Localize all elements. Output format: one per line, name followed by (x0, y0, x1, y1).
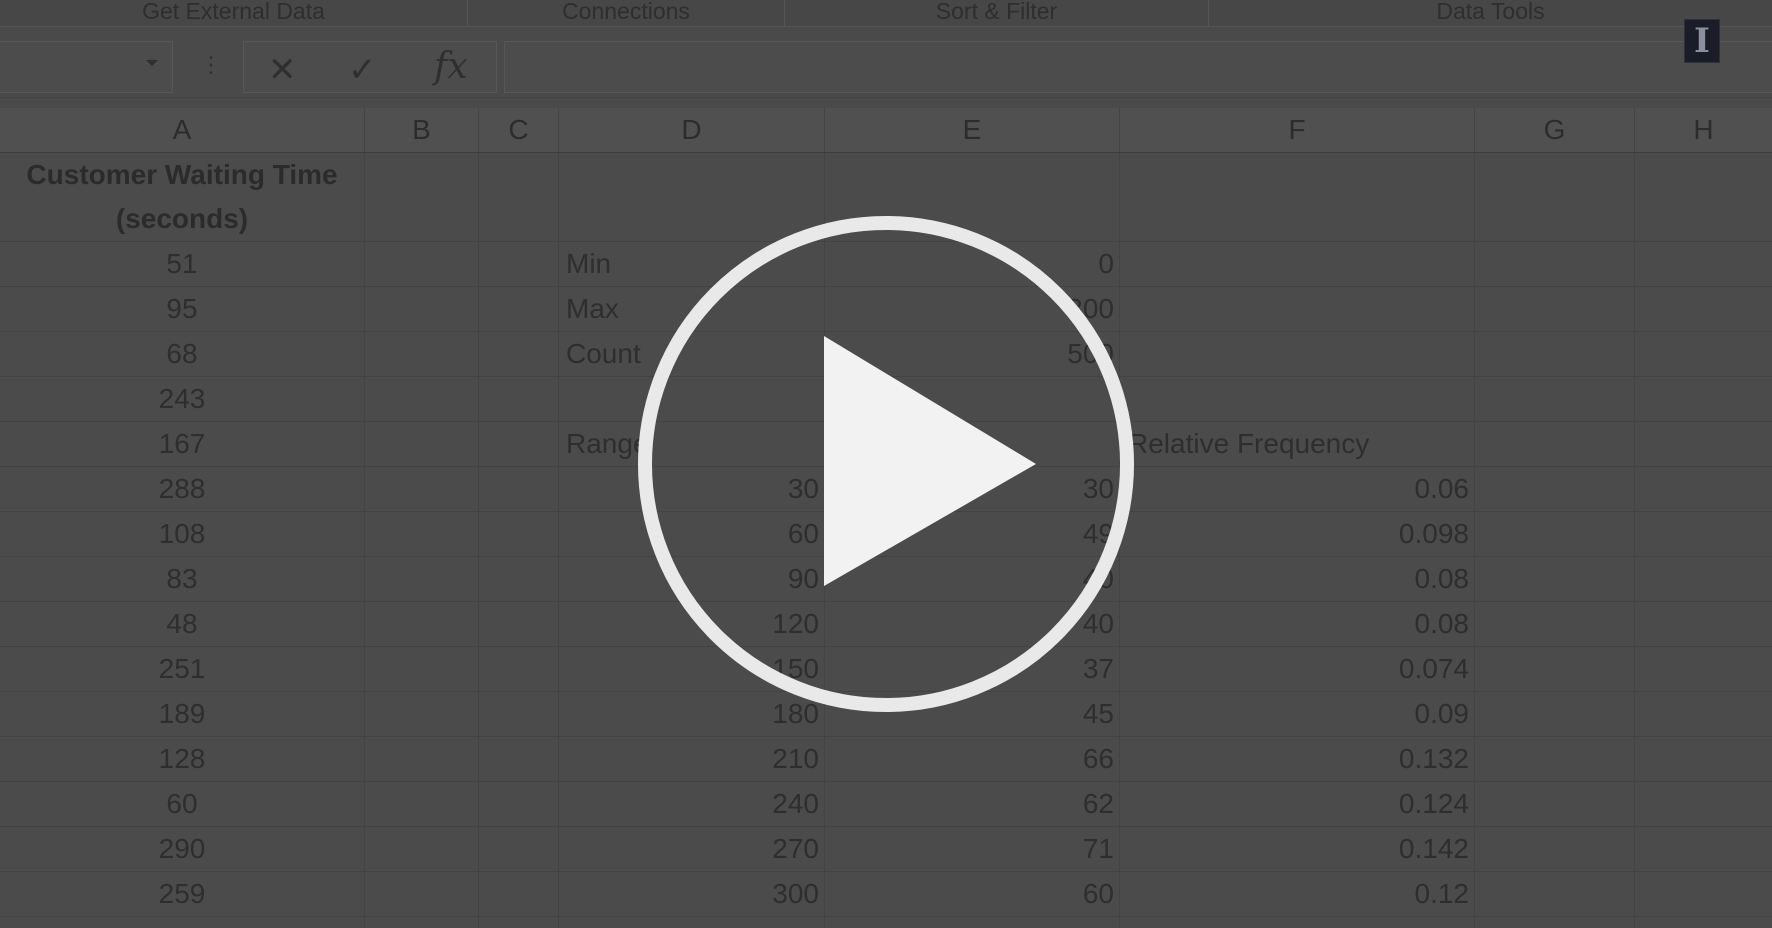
formula-bar: ⋮ ✕ ✓ fx (0, 27, 1772, 98)
cell-range[interactable]: 300 (559, 872, 819, 916)
ribbon-group-connections[interactable]: Connections (468, 0, 785, 26)
cell-range[interactable]: 210 (559, 737, 819, 781)
cell-relative-frequency[interactable]: 0.098 (1120, 512, 1469, 556)
cell-relative-frequency[interactable]: 0.08 (1120, 557, 1470, 601)
cell-waiting-time[interactable]: 95 (0, 287, 364, 331)
cell-waiting-time[interactable]: 60 (0, 782, 364, 826)
cell-waiting-time[interactable]: 167 (0, 422, 364, 466)
cell-relative-frequency[interactable]: 0.124 (1120, 782, 1469, 826)
cell-relative-frequency[interactable]: 0.132 (1120, 737, 1469, 781)
column-headers: A B C D E F G H (0, 108, 1772, 153)
formula-bar-grip-icon[interactable]: ⋮ (200, 55, 222, 77)
cell-a1-title[interactable]: Customer Waiting Time (seconds) (0, 153, 364, 243)
cell-waiting-time[interactable]: 128 (0, 737, 364, 781)
cell-frequency[interactable]: 66 (825, 737, 1114, 781)
title-line-2: (seconds) (115, 203, 249, 234)
cell-waiting-time[interactable]: 189 (0, 692, 364, 736)
cell-waiting-time[interactable]: 288 (0, 467, 364, 511)
enter-icon[interactable]: ✓ (348, 50, 377, 90)
cell-relative-frequency[interactable]: 0.08 (1120, 602, 1470, 646)
column-header-h[interactable]: H (1635, 108, 1772, 152)
formula-buttons: ✕ ✓ fx (243, 41, 497, 93)
cell-waiting-time[interactable]: 83 (0, 557, 364, 601)
title-line-1: Customer Waiting Time (26, 159, 338, 190)
cell-frequency[interactable]: 71 (825, 827, 1114, 871)
column-header-g[interactable]: G (1475, 108, 1635, 152)
gridline (478, 153, 479, 928)
cell-range[interactable]: 240 (559, 782, 819, 826)
cell-waiting-time[interactable]: 48 (0, 602, 364, 646)
ribbon-group-bar: Get External Data Connections Sort & Fil… (0, 0, 1772, 27)
cell-waiting-time[interactable]: 108 (0, 512, 364, 556)
cell-waiting-time[interactable]: 51 (0, 242, 364, 286)
gridline (0, 916, 1772, 917)
cell-relative-frequency[interactable]: 0.06 (1120, 467, 1470, 511)
cancel-icon[interactable]: ✕ (268, 50, 297, 90)
name-box-dropdown-icon[interactable] (146, 60, 158, 66)
cell-relative-frequency-header[interactable]: Relative Frequency (1128, 422, 1468, 466)
ribbon-group-sort-filter[interactable]: Sort & Filter (785, 0, 1209, 26)
university-logo-icon: I (1684, 19, 1720, 63)
gridline (1634, 153, 1635, 928)
cell-frequency[interactable]: 62 (825, 782, 1114, 826)
cell-range[interactable]: 270 (559, 827, 819, 871)
name-box[interactable] (0, 41, 173, 93)
column-header-c[interactable]: C (479, 108, 559, 152)
cell-waiting-time[interactable]: 290 (0, 827, 364, 871)
cell-relative-frequency[interactable]: 0.12 (1120, 872, 1470, 916)
formula-input[interactable] (504, 41, 1772, 93)
play-icon[interactable] (636, 214, 1136, 714)
ribbon-group-get-external-data[interactable]: Get External Data (0, 0, 468, 26)
column-header-f[interactable]: F (1120, 108, 1475, 152)
cell-waiting-time[interactable]: 68 (0, 332, 364, 376)
column-header-a[interactable]: A (0, 108, 365, 152)
gridline (1474, 153, 1475, 928)
cell-relative-frequency[interactable]: 0.074 (1120, 647, 1469, 691)
column-header-b[interactable]: B (365, 108, 479, 152)
insert-function-icon[interactable]: fx (434, 46, 468, 87)
play-triangle (824, 336, 1036, 586)
cell-frequency[interactable]: 60 (825, 872, 1114, 916)
cell-relative-frequency[interactable]: 0.09 (1120, 692, 1470, 736)
cell-relative-frequency[interactable]: 0.142 (1120, 827, 1469, 871)
column-header-d[interactable]: D (559, 108, 825, 152)
cell-waiting-time[interactable]: 243 (0, 377, 364, 421)
cell-waiting-time[interactable]: 259 (0, 872, 364, 916)
cell-waiting-time[interactable]: 251 (0, 647, 364, 691)
gridline (364, 153, 365, 928)
column-header-e[interactable]: E (825, 108, 1120, 152)
